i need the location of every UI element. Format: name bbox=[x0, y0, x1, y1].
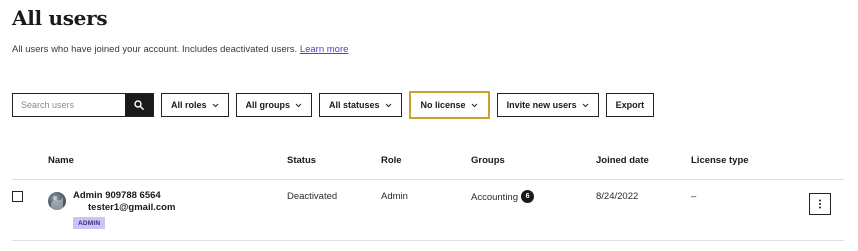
search-box bbox=[12, 93, 154, 117]
user-email: tester1@gmail.com bbox=[88, 202, 176, 213]
search-icon bbox=[134, 100, 144, 110]
role-badge: ADMIN bbox=[73, 217, 106, 229]
page-title: All users bbox=[12, 6, 108, 30]
toolbar: All roles All groups All statuses No lic… bbox=[12, 91, 655, 119]
export-button[interactable]: Export bbox=[605, 93, 655, 117]
column-header-status[interactable]: Status bbox=[287, 155, 316, 166]
chevron-down-icon bbox=[471, 103, 478, 108]
chevron-down-icon bbox=[295, 103, 302, 108]
group-name: Accounting bbox=[471, 192, 519, 204]
avatar-image-icon bbox=[51, 196, 63, 210]
header-divider bbox=[12, 179, 844, 180]
chevron-down-icon bbox=[385, 103, 392, 108]
user-role: Admin bbox=[381, 191, 408, 202]
row-actions-button[interactable] bbox=[809, 193, 831, 215]
user-name[interactable]: Admin 909788 6564 bbox=[73, 190, 161, 201]
page-subtitle: All users who have joined your account. … bbox=[12, 44, 348, 55]
license-filter-dropdown[interactable]: No license bbox=[408, 91, 490, 119]
column-header-license-type[interactable]: License type bbox=[691, 155, 749, 166]
avatar bbox=[48, 192, 66, 210]
column-header-role[interactable]: Role bbox=[381, 155, 402, 166]
statuses-filter-dropdown[interactable]: All statuses bbox=[319, 93, 402, 117]
groups-filter-label: All groups bbox=[245, 100, 291, 110]
column-header-name[interactable]: Name bbox=[48, 155, 74, 166]
user-groups: Accounting 6 bbox=[471, 190, 535, 204]
row-divider bbox=[12, 240, 844, 241]
statuses-filter-label: All statuses bbox=[329, 100, 380, 110]
learn-more-link[interactable]: Learn more bbox=[300, 44, 349, 55]
user-status: Deactivated bbox=[287, 191, 338, 202]
groups-filter-dropdown[interactable]: All groups bbox=[235, 93, 313, 117]
column-header-groups[interactable]: Groups bbox=[471, 155, 505, 166]
roles-filter-label: All roles bbox=[171, 100, 207, 110]
group-count-badge[interactable]: 6 bbox=[521, 190, 535, 203]
search-input[interactable] bbox=[13, 94, 125, 116]
row-checkbox[interactable] bbox=[12, 191, 23, 202]
license-filter-label: No license bbox=[420, 100, 466, 110]
license-type: – bbox=[691, 191, 697, 202]
more-vertical-icon bbox=[819, 199, 821, 209]
subtitle-text: All users who have joined your account. … bbox=[12, 44, 298, 55]
chevron-down-icon bbox=[212, 103, 219, 108]
invite-users-button[interactable]: Invite new users bbox=[496, 93, 599, 117]
invite-users-label: Invite new users bbox=[506, 100, 577, 110]
roles-filter-dropdown[interactable]: All roles bbox=[161, 93, 229, 117]
column-header-joined-date[interactable]: Joined date bbox=[596, 155, 649, 166]
joined-date: 8/24/2022 bbox=[596, 191, 639, 202]
chevron-down-icon bbox=[582, 103, 589, 108]
search-button[interactable] bbox=[125, 94, 153, 116]
